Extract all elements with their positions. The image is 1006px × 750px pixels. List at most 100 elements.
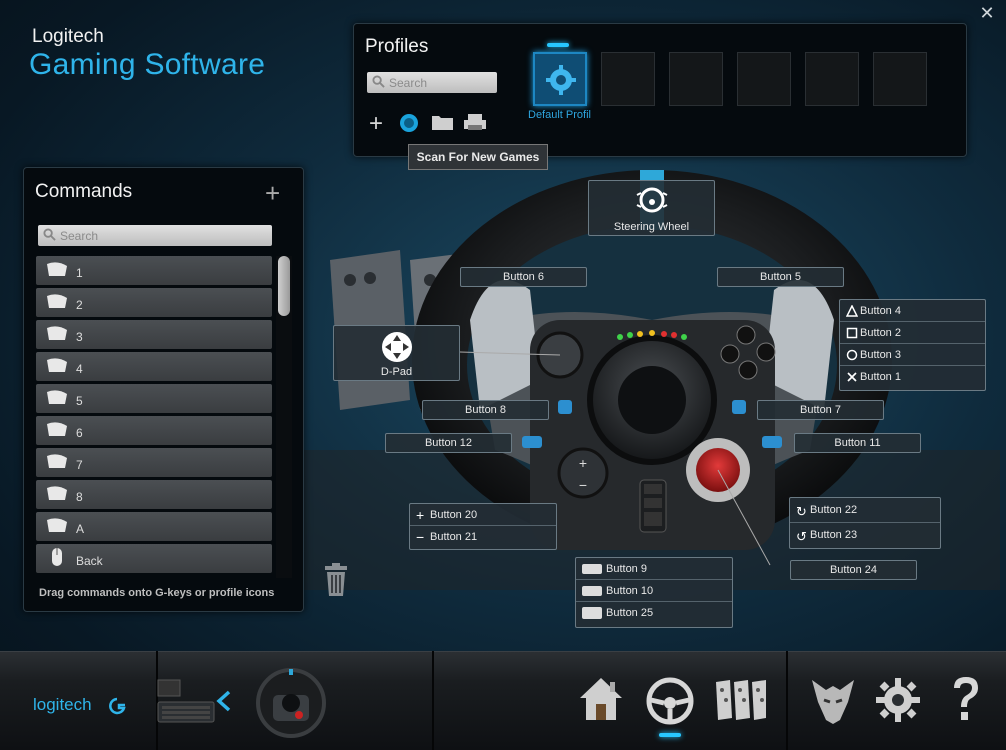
- profiles-search-placeholder: Search: [389, 76, 428, 90]
- profile-slot-5[interactable]: [805, 52, 859, 106]
- command-item[interactable]: 1: [36, 256, 272, 285]
- playstation-icon: [582, 607, 602, 619]
- button-21-row[interactable]: − Button 21: [410, 526, 556, 548]
- add-command-button[interactable]: +: [265, 178, 280, 209]
- commands-title: Commands: [35, 181, 133, 202]
- help-icon[interactable]: [948, 674, 984, 724]
- commands-hint: Drag commands onto G-keys or profile ico…: [39, 587, 275, 599]
- rotate-clockwise-icon: ↻: [796, 504, 807, 519]
- scan-tooltip: Scan For New Games: [408, 144, 548, 170]
- divider: [786, 651, 788, 750]
- key-icon: [47, 518, 67, 532]
- active-profile-indicator: [547, 43, 569, 47]
- button-5-callout[interactable]: Button 5: [717, 267, 844, 287]
- cross-icon: [847, 372, 857, 382]
- svg-text:−: −: [579, 477, 587, 493]
- commands-scroll-thumb[interactable]: [278, 256, 290, 316]
- command-item[interactable]: 2: [36, 288, 272, 317]
- button-24-callout[interactable]: Button 24: [790, 560, 917, 580]
- home-icon[interactable]: [576, 674, 626, 724]
- trash-icon[interactable]: [322, 563, 350, 597]
- profiles-search-input[interactable]: Search: [367, 72, 497, 93]
- settings-gear-icon[interactable]: [874, 676, 922, 724]
- key-icon: [47, 358, 67, 372]
- button-3-row[interactable]: Button 3: [840, 344, 985, 366]
- mouse-icon: [52, 548, 62, 566]
- computer-icon[interactable]: [156, 678, 216, 726]
- center-buttons-group: Button 9 Button 10 Button 25: [575, 557, 733, 628]
- key-icon: [47, 326, 67, 340]
- circle-icon: [846, 349, 858, 361]
- pedals-icon[interactable]: [712, 676, 768, 722]
- command-item[interactable]: 3: [36, 320, 272, 349]
- button-12-callout[interactable]: Button 12: [385, 433, 512, 453]
- key-icon: [47, 422, 67, 436]
- logitech-logo: logitech: [33, 693, 128, 722]
- button-1-row[interactable]: Button 1: [840, 366, 985, 388]
- button-8-callout[interactable]: Button 8: [422, 400, 549, 420]
- dpad-callout[interactable]: D-Pad: [333, 325, 460, 381]
- add-profile-icon[interactable]: +: [369, 110, 383, 138]
- svg-text:logitech: logitech: [33, 695, 92, 714]
- face-buttons-group: Button 4 Button 2 Button 3 Button 1: [839, 299, 986, 391]
- search-icon: [372, 75, 385, 88]
- button-22-row[interactable]: ↻ Button 22: [790, 498, 940, 523]
- rotate-counterclockwise-icon: ↺: [796, 529, 807, 544]
- key-icon: [47, 454, 67, 468]
- commands-list: 1 2 3 4 5 6 7 8 A Back: [36, 256, 272, 578]
- plus-minus-group: + Button 20 − Button 21: [409, 503, 557, 550]
- wolf-icon[interactable]: [808, 676, 858, 726]
- profile-slot-3[interactable]: [669, 52, 723, 106]
- printer-icon[interactable]: [463, 113, 487, 131]
- command-item[interactable]: 8: [36, 480, 272, 509]
- profile-slot-default[interactable]: [533, 52, 587, 106]
- dpad-icon: [382, 332, 412, 362]
- button-2-row[interactable]: Button 2: [840, 322, 985, 344]
- button-7-callout[interactable]: Button 7: [757, 400, 884, 420]
- button-25-row[interactable]: Button 25: [576, 602, 732, 624]
- g29-wheel-device-icon[interactable]: [255, 667, 327, 739]
- command-item[interactable]: Back: [36, 544, 272, 573]
- commands-search-input[interactable]: Search: [38, 225, 272, 246]
- svg-text:+: +: [579, 455, 587, 471]
- button-11-callout[interactable]: Button 11: [794, 433, 921, 453]
- minus-icon: −: [416, 529, 425, 545]
- close-icon[interactable]: ✕: [978, 4, 996, 22]
- steering-wheel-icon: [636, 187, 668, 213]
- command-item[interactable]: 5: [36, 384, 272, 413]
- plus-icon: +: [416, 507, 425, 523]
- button-20-row[interactable]: + Button 20: [410, 504, 556, 526]
- command-item[interactable]: 6: [36, 416, 272, 445]
- rotary-group: ↻ Button 22 ↺ Button 23: [789, 497, 941, 549]
- scan-icon[interactable]: [398, 112, 420, 134]
- search-icon: [43, 228, 56, 241]
- button-23-row[interactable]: ↺ Button 23: [790, 523, 940, 548]
- key-icon: [47, 486, 67, 500]
- command-item[interactable]: 7: [36, 448, 272, 477]
- profile-slot-6[interactable]: [873, 52, 927, 106]
- share-icon: [582, 564, 602, 574]
- profiles-title: Profiles: [365, 36, 429, 57]
- options-icon: [582, 586, 602, 596]
- command-item[interactable]: 4: [36, 352, 272, 381]
- logitech-g-logo: logitech: [33, 695, 126, 715]
- profile-slot-2[interactable]: [601, 52, 655, 106]
- profile-slot-4[interactable]: [737, 52, 791, 106]
- folder-icon[interactable]: [431, 113, 455, 131]
- divider: [432, 651, 434, 750]
- command-item[interactable]: A: [36, 512, 272, 541]
- gear-icon: [546, 65, 576, 95]
- steering-wheel-callout[interactable]: Steering Wheel: [588, 180, 715, 236]
- button-6-callout[interactable]: Button 6: [460, 267, 587, 287]
- button-10-row[interactable]: Button 10: [576, 580, 732, 602]
- brand-logitech: Logitech: [32, 26, 104, 47]
- commands-search-placeholder: Search: [60, 229, 99, 243]
- button-9-row[interactable]: Button 9: [576, 558, 732, 580]
- profile-slot-label: Default Profil: [528, 109, 591, 121]
- active-nav-indicator: [659, 733, 681, 737]
- chevron-left-icon[interactable]: [216, 690, 232, 712]
- steering-wheel-nav-icon[interactable]: [645, 676, 695, 726]
- key-icon: [47, 262, 67, 276]
- key-icon: [47, 294, 67, 308]
- button-4-row[interactable]: Button 4: [840, 300, 985, 322]
